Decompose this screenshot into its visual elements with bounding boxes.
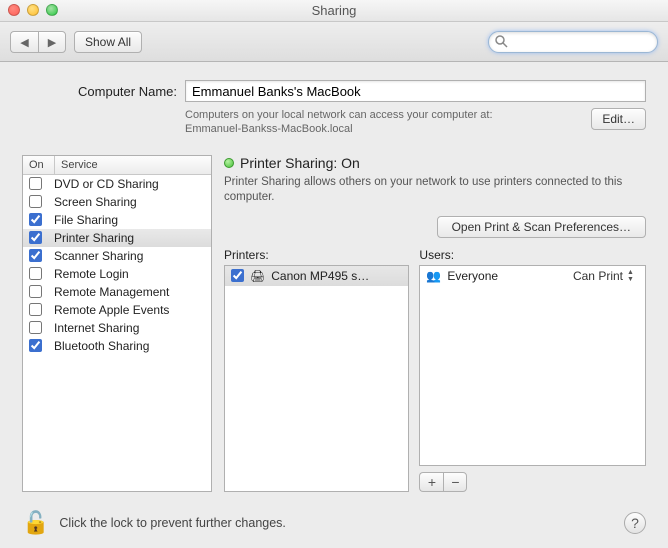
computer-name-label: Computer Name: <box>57 84 177 99</box>
remove-user-button[interactable]: − <box>443 472 467 492</box>
service-label: File Sharing <box>54 213 118 227</box>
service-row[interactable]: Printer Sharing <box>23 229 211 247</box>
computer-name-input[interactable] <box>185 80 646 102</box>
lock-hint-text: Click the lock to prevent further change… <box>59 516 614 530</box>
service-row[interactable]: Remote Management <box>23 283 211 301</box>
chevron-up-icon[interactable]: ▲ <box>627 269 639 276</box>
back-button[interactable]: ◀ <box>10 31 38 53</box>
nav-group: ◀ ▶ <box>10 31 66 53</box>
users-label: Users: <box>419 248 646 262</box>
status-title: Printer Sharing: On <box>240 155 360 171</box>
status-description: Printer Sharing allows others on your ne… <box>224 175 646 206</box>
service-checkbox[interactable] <box>29 231 42 244</box>
service-label: Remote Login <box>54 267 129 281</box>
service-checkbox[interactable] <box>29 249 42 262</box>
service-row[interactable]: DVD or CD Sharing <box>23 175 211 193</box>
forward-button[interactable]: ▶ <box>38 31 66 53</box>
chevron-left-icon: ◀ <box>20 36 28 49</box>
services-list: DVD or CD Sharing Screen Sharing File Shar… <box>23 175 211 491</box>
service-checkbox[interactable] <box>29 195 42 208</box>
printer-name: Canon MP495 s… <box>271 269 369 283</box>
service-checkbox[interactable] <box>29 267 42 280</box>
printer-row[interactable]: 🖨 Canon MP495 s… <box>225 266 408 286</box>
users-list[interactable]: 👥 Everyone Can Print ▲▼ <box>419 265 646 466</box>
open-print-scan-preferences-button[interactable]: Open Print & Scan Preferences… <box>437 216 646 238</box>
service-checkbox[interactable] <box>29 285 42 298</box>
search-icon <box>494 34 508 51</box>
services-col-service[interactable]: Service <box>55 156 211 174</box>
users-add-remove: + − <box>419 472 646 492</box>
printer-checkbox[interactable] <box>231 269 244 282</box>
user-row[interactable]: 👥 Everyone Can Print ▲▼ <box>420 266 645 286</box>
service-row[interactable]: Remote Login <box>23 265 211 283</box>
service-row[interactable]: Remote Apple Events <box>23 301 211 319</box>
service-checkbox[interactable] <box>29 177 42 190</box>
service-row[interactable]: Bluetooth Sharing <box>23 337 211 355</box>
service-row[interactable]: Screen Sharing <box>23 193 211 211</box>
service-checkbox[interactable] <box>29 339 42 352</box>
service-label: Scanner Sharing <box>54 249 143 263</box>
help-button[interactable]: ? <box>624 512 646 534</box>
edit-computer-name-button[interactable]: Edit… <box>591 108 646 130</box>
window-controls[interactable] <box>8 4 58 16</box>
service-checkbox[interactable] <box>29 303 42 316</box>
service-label: Remote Apple Events <box>54 303 169 317</box>
service-label: DVD or CD Sharing <box>54 177 159 191</box>
window-title: Sharing <box>312 3 357 18</box>
service-row[interactable]: Internet Sharing <box>23 319 211 337</box>
printer-icon: 🖨 <box>250 269 265 283</box>
minimize-window-button[interactable] <box>27 4 39 16</box>
computer-name-hint: Computers on your local network can acce… <box>185 108 573 137</box>
window-titlebar: Sharing <box>0 0 668 22</box>
user-permission[interactable]: Can Print <box>573 269 623 283</box>
service-checkbox[interactable] <box>29 213 42 226</box>
service-label: Screen Sharing <box>54 195 137 209</box>
services-table: On Service DVD or CD Sharing Screen Shari… <box>22 155 212 492</box>
service-row[interactable]: File Sharing <box>23 211 211 229</box>
footer: 🔓 Click the lock to prevent further chan… <box>22 510 646 536</box>
chevron-right-icon: ▶ <box>48 36 56 49</box>
chevron-down-icon[interactable]: ▼ <box>627 276 639 283</box>
detail-pane: Printer Sharing: On Printer Sharing allo… <box>224 155 646 492</box>
add-user-button[interactable]: + <box>419 472 443 492</box>
service-checkbox[interactable] <box>29 321 42 334</box>
close-window-button[interactable] <box>8 4 20 16</box>
service-label: Bluetooth Sharing <box>54 339 149 353</box>
zoom-window-button[interactable] <box>46 4 58 16</box>
permission-stepper[interactable]: ▲▼ <box>627 269 639 283</box>
status-indicator-icon <box>224 158 234 168</box>
search-wrap <box>488 31 658 53</box>
lock-icon[interactable]: 🔓 <box>22 510 49 536</box>
users-icon: 👥 <box>426 269 441 283</box>
service-label: Internet Sharing <box>54 321 139 335</box>
search-input[interactable] <box>488 31 658 53</box>
service-row[interactable]: Scanner Sharing <box>23 247 211 265</box>
services-header: On Service <box>23 156 211 175</box>
toolbar: ◀ ▶ Show All <box>0 22 668 62</box>
services-col-on[interactable]: On <box>23 156 55 174</box>
printers-label: Printers: <box>224 248 409 262</box>
printers-list[interactable]: 🖨 Canon MP495 s… <box>224 265 409 492</box>
show-all-button[interactable]: Show All <box>74 31 142 53</box>
content: Computer Name: Computers on your local n… <box>0 62 668 548</box>
service-label: Printer Sharing <box>54 231 134 245</box>
user-name: Everyone <box>447 269 498 283</box>
service-label: Remote Management <box>54 285 169 299</box>
